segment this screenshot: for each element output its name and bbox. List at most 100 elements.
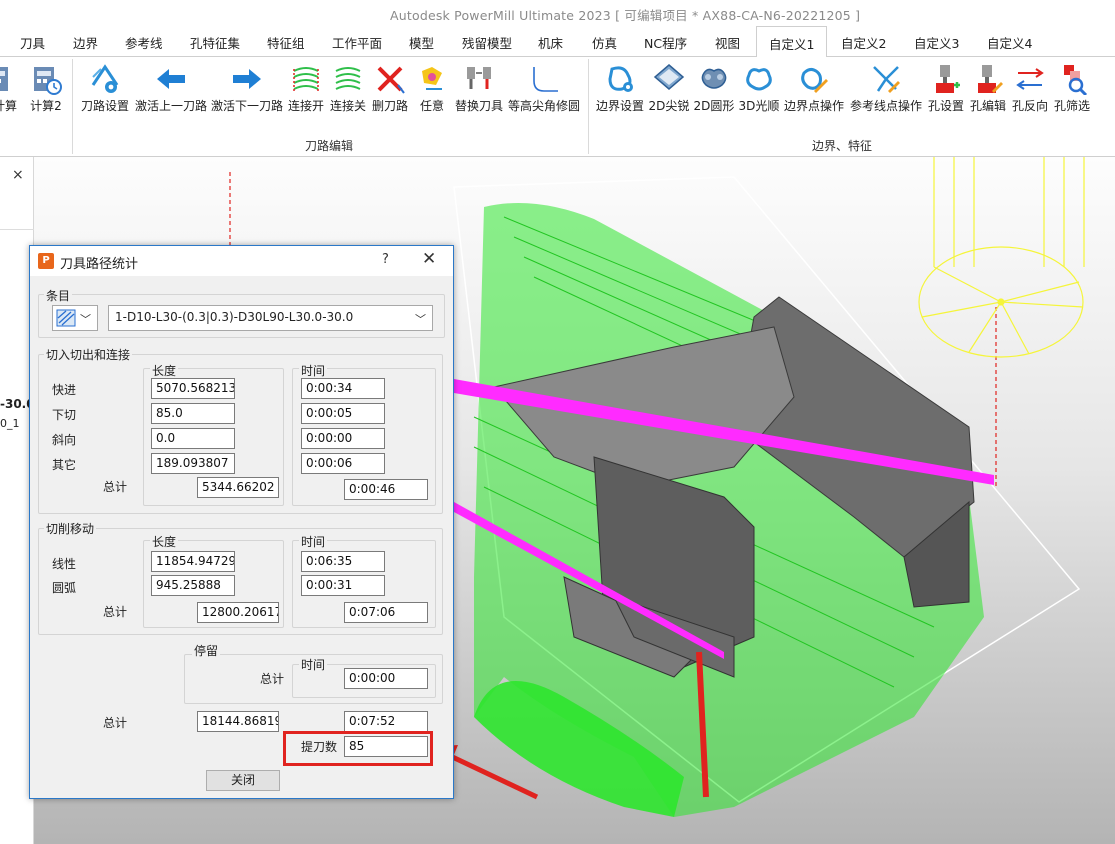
ramp-time-field[interactable]: 0:00:00: [301, 428, 385, 449]
delete-toolpath-button[interactable]: 删刀路: [370, 63, 410, 114]
linear-length-field[interactable]: 11854.94729: [151, 551, 235, 572]
link-off-button[interactable]: 连接关: [328, 63, 368, 114]
grand-total-length-field[interactable]: 18144.86819: [197, 711, 279, 732]
tab-stock-model[interactable]: 残留模型: [462, 33, 512, 52]
tab-tools[interactable]: 刀具: [20, 33, 45, 52]
dwell-group-label: 停留: [192, 642, 221, 659]
toolpath-statistics-dialog: P 刀具路径统计 ? ✕ 条目 ﹀ 1-D10-L30-(0.3|0.3)-D3…: [29, 245, 454, 799]
time-header: 时间: [299, 533, 328, 550]
tab-machine[interactable]: 机床: [538, 33, 563, 52]
tab-custom3[interactable]: 自定义3: [914, 33, 959, 52]
activate-previous-toolpath-button[interactable]: 激活上一刀路: [133, 63, 209, 114]
grand-total-time-field[interactable]: 0:07:52: [344, 711, 428, 732]
ribbon-separator: [588, 59, 589, 154]
other-label: 其它: [52, 458, 77, 472]
arc-time-field[interactable]: 0:00:31: [301, 575, 385, 596]
grand-total-label: 总计: [103, 716, 128, 730]
panel-close-icon[interactable]: ×: [12, 167, 24, 183]
tab-boundary[interactable]: 边界: [73, 33, 98, 52]
pattern-point-edit-icon: [873, 66, 900, 93]
delete-x-icon: [377, 66, 405, 94]
powermill-app-icon: P: [38, 253, 54, 269]
arc-label: 圆弧: [52, 581, 77, 595]
cutting-total-length-field[interactable]: 12800.20617: [197, 602, 279, 623]
arbitrary-button[interactable]: 任意: [414, 63, 450, 114]
tool-wireframe: [918, 157, 1085, 358]
pattern-point-edit-button[interactable]: 参考线点操作: [848, 63, 924, 114]
2d-sharp-icon: [653, 64, 685, 90]
tab-holes[interactable]: 孔特征集: [190, 33, 240, 52]
tab-nc-program[interactable]: NC程序: [644, 33, 687, 52]
dialog-title: 刀具路径统计: [60, 257, 139, 272]
activate-next-toolpath-button[interactable]: 激活下一刀路: [209, 63, 285, 114]
3d-smooth-button[interactable]: 3D光顺: [738, 63, 780, 114]
calculate2-button[interactable]: 计算2: [28, 63, 64, 114]
panel-divider: [0, 229, 34, 230]
tab-model[interactable]: 模型: [409, 33, 434, 52]
calculator-icon: [0, 67, 8, 91]
window-title: Autodesk PowerMill Ultimate 2023 [ 可编辑项目…: [390, 8, 861, 23]
tab-custom1[interactable]: 自定义1: [756, 26, 828, 57]
linear-time-field[interactable]: 0:06:35: [301, 551, 385, 572]
cutting-total-time-field[interactable]: 0:07:06: [344, 602, 428, 623]
rapid-label: 快进: [52, 383, 77, 397]
toolpath-settings-button[interactable]: 刀路设置: [78, 63, 132, 114]
hole-reverse-button[interactable]: 孔反向: [1010, 63, 1050, 114]
other-length-field[interactable]: 189.093807: [151, 453, 235, 474]
2d-sharp-button[interactable]: 2D尖锐: [648, 63, 690, 114]
plunge-time-field[interactable]: 0:00:05: [301, 403, 385, 424]
other-time-field[interactable]: 0:00:06: [301, 453, 385, 474]
time-header: 时间: [299, 362, 328, 379]
help-icon[interactable]: ?: [382, 252, 389, 267]
chevron-down-icon: ﹀: [415, 313, 426, 326]
leadin-total-length-field[interactable]: 5344.66202: [197, 477, 279, 498]
hole-edit-button[interactable]: 孔编辑: [968, 63, 1008, 114]
tab-custom4[interactable]: 自定义4: [987, 33, 1032, 52]
title-bar: Autodesk PowerMill Ultimate 2023 [ 可编辑项目…: [0, 0, 1115, 26]
hole-filter-button[interactable]: 孔筛选: [1052, 63, 1092, 114]
plunge-length-field[interactable]: 85.0: [151, 403, 235, 424]
leadin-total-time-field[interactable]: 0:00:46: [344, 479, 428, 500]
boundary-settings-button[interactable]: 边界设置: [594, 63, 646, 114]
3d-smooth-icon: [746, 68, 772, 91]
hole-settings-button[interactable]: 孔设置: [926, 63, 966, 114]
calculate-button[interactable]: 计算: [0, 63, 18, 114]
tab-feature-group[interactable]: 特征组: [267, 33, 305, 52]
corner-rounding-button[interactable]: 等高尖角修圆: [506, 63, 582, 114]
hole-reverse-icon: [1016, 68, 1044, 90]
tab-custom2[interactable]: 自定义2: [841, 33, 886, 52]
cutting-group-label: 切削移动: [44, 520, 97, 537]
corner-rounding-icon: [533, 67, 558, 92]
replace-tool-icon: [467, 67, 491, 89]
tab-view[interactable]: 视图: [715, 33, 740, 52]
annotation-arrow: [442, 750, 539, 800]
rapid-time-field[interactable]: 0:00:34: [301, 378, 385, 399]
tab-workplane[interactable]: 工作平面: [332, 33, 382, 52]
tab-simulation[interactable]: 仿真: [592, 33, 617, 52]
replace-tool-button[interactable]: 替换刀具: [452, 63, 506, 114]
2d-round-button[interactable]: 2D圆形: [693, 63, 735, 114]
linear-label: 线性: [52, 557, 77, 571]
length-header: 长度: [150, 362, 179, 379]
close-button[interactable]: 关闭: [206, 770, 280, 791]
boundary-point-edit-button[interactable]: 边界点操作: [782, 63, 846, 114]
tab-pattern[interactable]: 参考线: [125, 33, 163, 52]
toolpath-selector[interactable]: 1-D10-L30-(0.3|0.3)-D30L90-L30.0-30.0 ﹀: [108, 305, 433, 331]
leadin-total-label: 总计: [103, 480, 128, 494]
plunge-label: 下切: [52, 408, 77, 422]
boundary-settings-icon: [608, 66, 633, 92]
close-icon[interactable]: ✕: [422, 249, 436, 269]
arc-length-field[interactable]: 945.25888: [151, 575, 235, 596]
arbitrary-icon: [422, 67, 442, 90]
cutting-total-label: 总计: [103, 605, 128, 619]
hole-filter-icon: [1064, 65, 1088, 95]
rapid-length-field[interactable]: 5070.568213: [151, 378, 235, 399]
toolpath-type-selector[interactable]: ﹀: [52, 305, 98, 331]
ramp-length-field[interactable]: 0.0: [151, 428, 235, 449]
link-on-icon: [293, 67, 319, 91]
explorer-item-text[interactable]: 0_1: [0, 417, 20, 430]
toolpath-edit-group-label: 刀路编辑: [305, 139, 354, 153]
leadin-group-label: 切入切出和连接: [44, 346, 133, 363]
dwell-total-time-field[interactable]: 0:00:00: [344, 668, 428, 689]
link-on-button[interactable]: 连接开: [286, 63, 326, 114]
